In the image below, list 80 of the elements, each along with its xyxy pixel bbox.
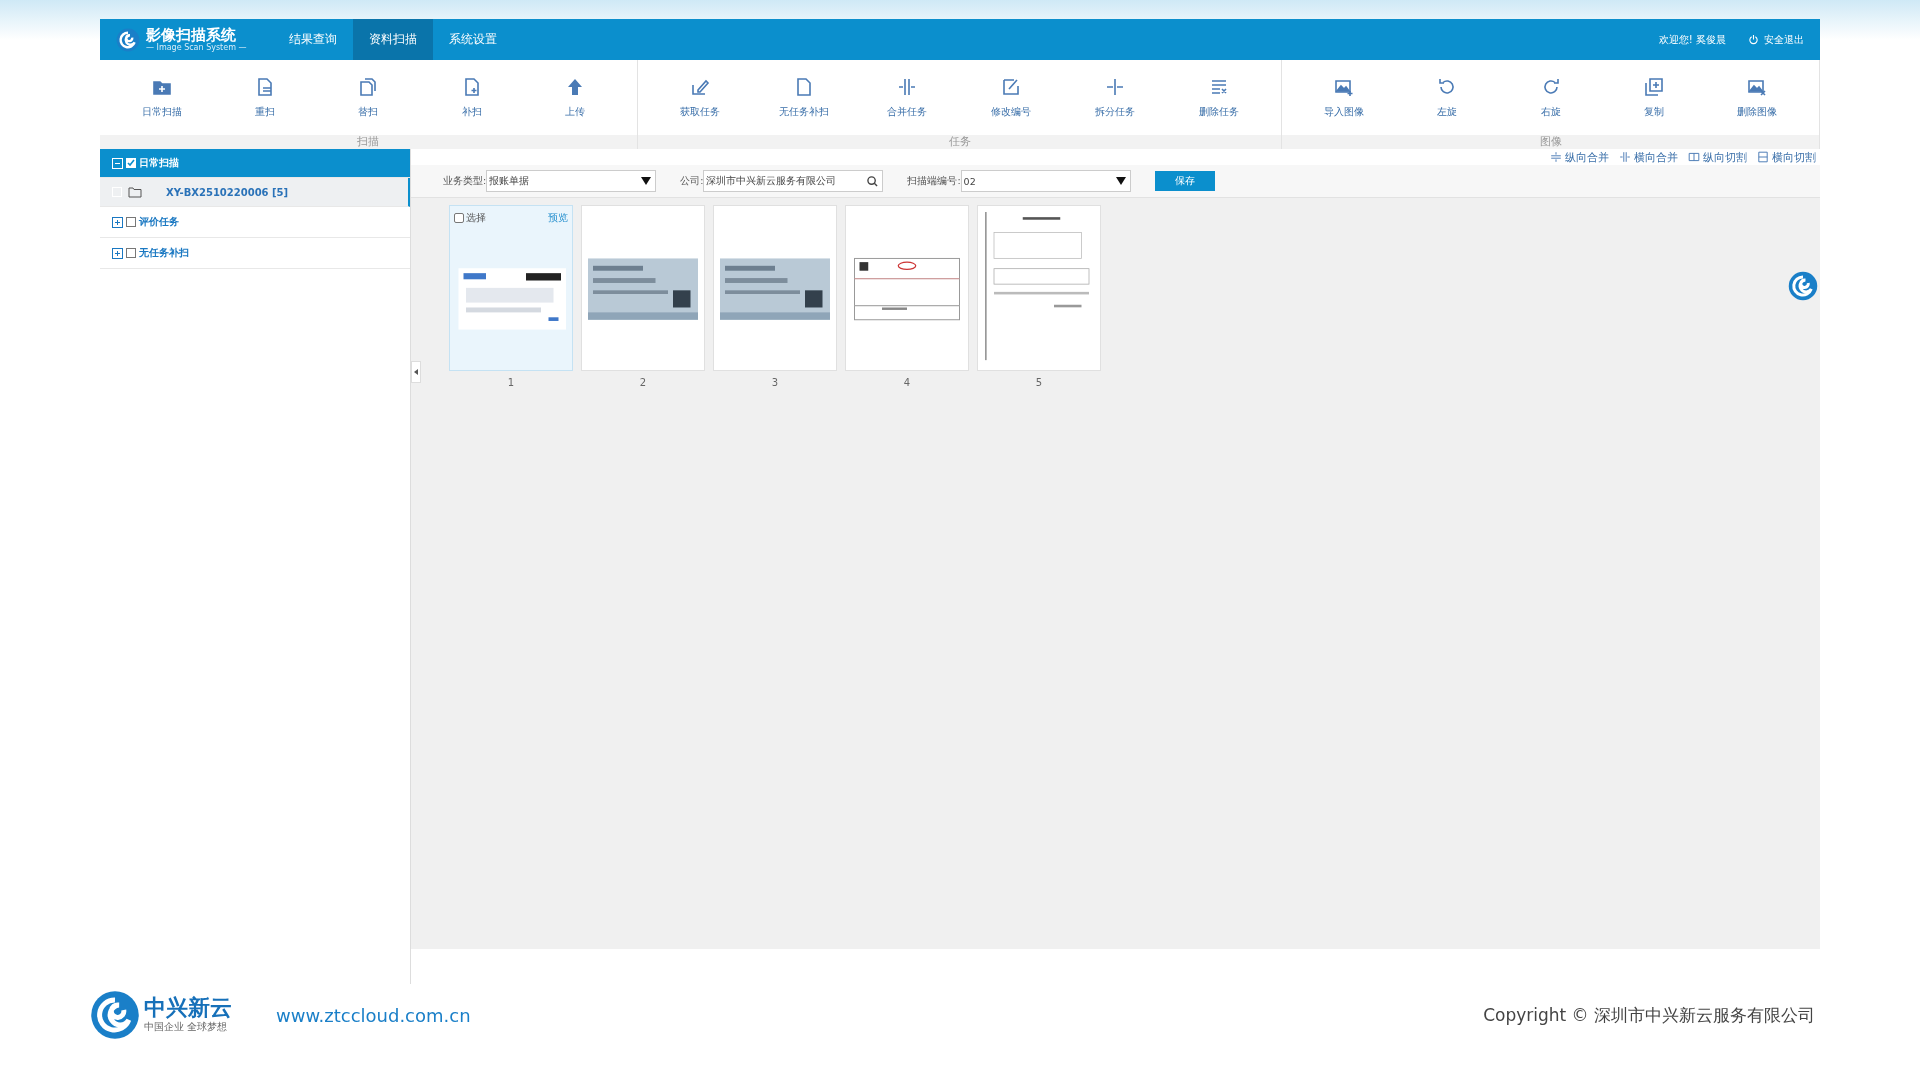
tree-node[interactable]: 无任务补扫 <box>100 238 410 269</box>
brand-slogan: 中国企业 全球梦想 <box>144 1020 229 1034</box>
select-checkbox[interactable]: 选择 <box>454 211 486 225</box>
image-tool-button[interactable]: 纵向切割 <box>1688 149 1747 165</box>
welcome-text: 欢迎您! 奚俊晨 <box>1658 32 1726 47</box>
toolbar-button[interactable]: 替扫 <box>324 72 413 123</box>
field-label: 业务类型: <box>443 174 487 188</box>
image-tool-button[interactable]: 横向切割 <box>1757 149 1816 165</box>
logo-icon <box>116 27 140 52</box>
toolbar-button[interactable]: 右旋 <box>1506 72 1595 123</box>
toolbar-button[interactable]: 无任务补扫 <box>759 72 848 123</box>
toolbar-button[interactable]: 重扫 <box>220 72 309 123</box>
dropdown-field[interactable]: 报账单据 <box>486 170 657 192</box>
app-subtitle: — Image Scan System — <box>146 43 247 52</box>
page-number: 1 <box>507 377 515 388</box>
page-thumbnail[interactable] <box>977 205 1101 371</box>
nav-tab[interactable]: 资料扫描 <box>352 19 433 60</box>
split-icon <box>1105 76 1126 97</box>
collapse-handle-icon[interactable] <box>411 361 421 383</box>
brand-name: 中兴新云 <box>144 996 232 1020</box>
toolbar-button[interactable]: 获取任务 <box>655 72 744 123</box>
toolbar-button[interactable]: 复制 <box>1610 72 1699 123</box>
field-label: 扫描端编号: <box>907 174 961 188</box>
image-tool-button[interactable]: 纵向合并 <box>1550 149 1609 165</box>
toolbar-button[interactable]: 日常扫描 <box>117 72 206 123</box>
search-icon <box>867 175 879 187</box>
vertical-merge-icon <box>1550 151 1562 163</box>
page-thumbnail[interactable] <box>713 205 837 371</box>
power-icon <box>1748 34 1759 45</box>
dropdown-field[interactable]: 02 <box>960 170 1131 192</box>
group-label: 扫描 <box>357 135 380 148</box>
folder-icon <box>128 186 142 198</box>
vertical-cut-icon <box>1688 151 1700 163</box>
toolbar-button[interactable]: 左旋 <box>1403 72 1492 123</box>
nav-tab[interactable]: 系统设置 <box>432 19 513 60</box>
toolbar-button[interactable]: 删除图像 <box>1713 72 1802 123</box>
expander-icon[interactable] <box>112 247 123 259</box>
toolbar-button[interactable]: 拆分任务 <box>1071 72 1160 123</box>
search-field[interactable]: 深圳市中兴新云服务有限公司 <box>703 170 884 192</box>
preview-link[interactable]: 预览 <box>548 211 568 225</box>
dropdown-arrow-icon <box>641 177 652 185</box>
page-number: 3 <box>771 377 779 388</box>
app-title: 影像扫描系统 <box>146 27 237 43</box>
checkbox[interactable] <box>126 217 136 227</box>
toolbar-button[interactable]: 上传 <box>530 72 619 123</box>
logout-link[interactable]: 安全退出 <box>1748 32 1804 47</box>
page-thumbnail[interactable] <box>581 205 705 371</box>
group-label: 图像 <box>1539 135 1562 148</box>
image-tool-button[interactable]: 横向合并 <box>1619 149 1678 165</box>
group-label: 任务 <box>948 135 971 148</box>
expander-icon[interactable] <box>112 216 123 228</box>
copyright-text: Copyright © 深圳市中兴新云服务有限公司 <box>1483 1003 1815 1027</box>
toolbar-button[interactable]: 修改编号 <box>967 72 1056 123</box>
save-button[interactable]: 保存 <box>1154 171 1215 191</box>
page-number: 4 <box>903 377 911 388</box>
tree-node[interactable]: 日常扫描 <box>100 149 410 178</box>
website-link[interactable]: www.ztccloud.com.cn <box>276 1004 471 1026</box>
toolbar-button[interactable]: 删除任务 <box>1175 72 1264 123</box>
toolbar-button[interactable]: 导入图像 <box>1300 72 1389 123</box>
dropdown-arrow-icon <box>1115 177 1126 185</box>
toolbar-button[interactable]: 合并任务 <box>863 72 952 123</box>
horizontal-cut-icon <box>1757 151 1769 163</box>
nav-tab[interactable]: 结果查询 <box>272 19 353 60</box>
page-number: 2 <box>639 377 647 388</box>
field-label: 公司: <box>680 174 704 188</box>
checkbox[interactable] <box>126 248 136 258</box>
tree-node[interactable]: 评价任务 <box>100 207 410 238</box>
copy-icon <box>1644 76 1665 97</box>
merge-icon <box>897 76 918 97</box>
edit-icon <box>1001 76 1022 97</box>
floating-logo-icon <box>1788 271 1818 301</box>
checkbox[interactable] <box>126 158 136 168</box>
horizontal-merge-icon <box>1619 151 1631 163</box>
documents-icon <box>358 76 379 97</box>
page-number: 5 <box>1035 377 1043 388</box>
page-thumbnail[interactable] <box>845 205 969 371</box>
page-thumbnail[interactable]: 选择 预览 <box>449 205 573 371</box>
toolbar-button[interactable]: 补扫 <box>427 72 516 123</box>
brand-logo-icon <box>90 990 140 1040</box>
tree-node[interactable]: XY-BX2510220006 [5] <box>100 178 410 207</box>
